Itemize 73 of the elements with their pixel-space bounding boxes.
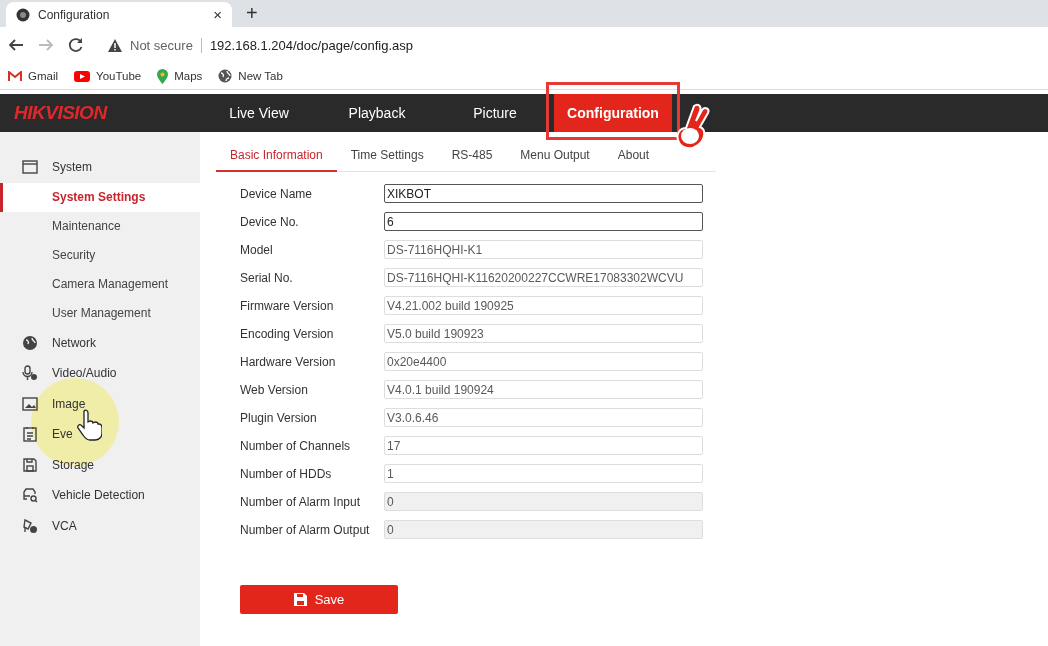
input-field[interactable]: 6	[384, 212, 703, 231]
nav-tab[interactable]: Playback	[318, 94, 436, 132]
new-tab-button[interactable]: +	[246, 2, 258, 25]
input-field[interactable]: XIKBOT	[384, 184, 703, 203]
reload-icon[interactable]	[68, 37, 84, 53]
sidebar-item[interactable]: Image	[0, 388, 200, 419]
sidebar-item[interactable]: Eve	[0, 419, 200, 450]
sidebar-item[interactable]: System	[0, 152, 200, 183]
input-field[interactable]: V4.0.1 build 190924	[384, 380, 703, 399]
field-label: Device No.	[240, 214, 300, 229]
globe-icon	[218, 69, 233, 83]
sidebar-subitem[interactable]: System Settings	[0, 182, 200, 212]
settings-tab[interactable]: Time Settings	[336, 142, 438, 172]
field-label: Web Version	[240, 382, 309, 397]
security-label: Not secure	[130, 37, 202, 53]
nav-tab[interactable]: Picture	[436, 94, 554, 132]
input-field[interactable]: 0x20e4400	[384, 352, 703, 371]
input-field[interactable]: V4.21.002 build 190925	[384, 296, 703, 315]
input-field[interactable]: 17	[384, 436, 703, 455]
field-label: Plugin Version	[240, 410, 318, 425]
calendar-icon	[22, 426, 38, 443]
input-field[interactable]: 1	[384, 464, 703, 483]
sidebar-item[interactable]: Vehicle Detection	[0, 480, 200, 511]
input-field[interactable]: V5.0 build 190923	[384, 324, 703, 343]
window-icon	[22, 159, 38, 176]
close-tab-button[interactable]: ×	[213, 6, 222, 23]
tab-title: Configuration	[38, 7, 111, 22]
field-label: Number of Channels	[240, 438, 352, 453]
field-label: Firmware Version	[240, 298, 335, 313]
hand-cursor-icon	[76, 409, 102, 441]
microphone-icon	[22, 365, 38, 382]
field-label: Number of Alarm Output	[240, 522, 371, 537]
settings-tab[interactable]: About	[603, 142, 664, 172]
nav-tab[interactable]: Live View	[200, 94, 318, 132]
url-text: 192.168.1.204/doc/page/config.asp	[209, 37, 413, 53]
input-field[interactable]: DS-7116HQHI-K11620200227CCWRE17083302WCVU	[384, 268, 703, 287]
play-icon	[74, 70, 91, 82]
field-label: Model	[240, 242, 274, 257]
nav-tab[interactable]: Configuration	[554, 94, 672, 132]
field-label: Number of Alarm Input	[240, 494, 362, 509]
car-search-icon	[22, 487, 38, 504]
field-label: Serial No.	[240, 270, 294, 285]
input-field[interactable]: V3.0.6.46	[384, 408, 703, 427]
mail-icon	[8, 70, 22, 82]
logo: HIKVISION	[13, 101, 109, 125]
sidebar-subitem[interactable]: Security	[0, 240, 200, 270]
image-icon	[22, 395, 38, 412]
bookmark-link[interactable]: Maps	[157, 68, 203, 84]
bookmark-link[interactable]: New Tab	[218, 69, 283, 83]
input-field[interactable]: DS-7116HQHI-K1	[384, 240, 703, 259]
sidebar-item[interactable]: Storage	[0, 449, 200, 480]
settings-tab[interactable]: Menu Output	[506, 142, 604, 172]
field-label: Encoding Version	[240, 326, 335, 341]
save-button[interactable]: Save	[240, 585, 398, 614]
camera-icon	[16, 7, 30, 22]
bookmark-link[interactable]: Gmail	[8, 70, 59, 82]
field-label: Number of HDDs	[240, 466, 333, 481]
sidebar-subitem[interactable]: Maintenance	[0, 211, 200, 241]
sidebar-item[interactable]: Network	[0, 327, 200, 358]
settings-tab[interactable]: RS-485	[437, 142, 507, 172]
sidebar-item[interactable]: VCA	[0, 510, 200, 541]
bookmark-link[interactable]: YouTube	[74, 70, 142, 82]
field-label: Hardware Version	[240, 354, 337, 369]
warning-icon	[108, 38, 122, 52]
sidebar-item[interactable]: Video/Audio	[0, 358, 200, 389]
sidebar-subitem[interactable]: User Management	[0, 298, 200, 328]
settings-tab[interactable]: Basic Information	[216, 142, 337, 172]
browser-tab[interactable]: Configuration ×	[6, 2, 232, 27]
globe-icon	[22, 334, 38, 351]
back-icon[interactable]	[8, 37, 24, 53]
map-pin-icon	[157, 68, 169, 84]
sidebar-subitem[interactable]: Camera Management	[0, 269, 200, 299]
field-label: Device Name	[240, 186, 314, 201]
